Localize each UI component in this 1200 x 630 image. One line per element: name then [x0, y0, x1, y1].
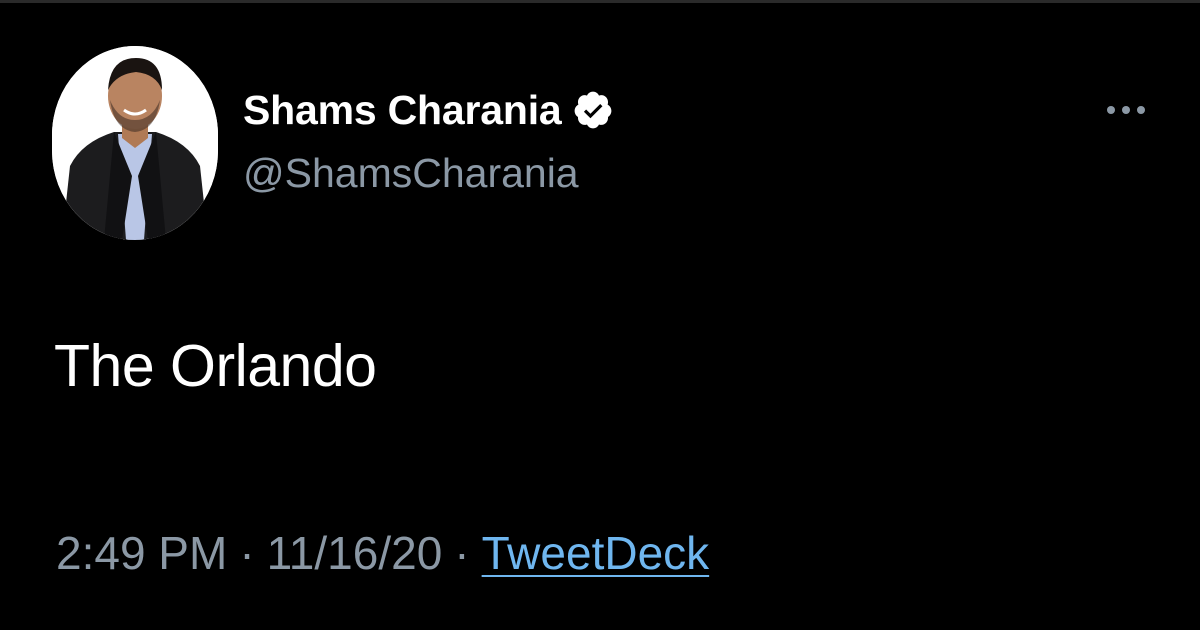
- avatar-photo-icon: [52, 46, 218, 240]
- tweet-date[interactable]: 11/16/20: [267, 526, 443, 580]
- tweet-card: Shams Charania @ShamsCharania The Orland…: [0, 0, 1200, 630]
- more-options-button[interactable]: [1098, 96, 1154, 124]
- tweet-text: The Orlando: [54, 333, 377, 399]
- author-name-row: Shams Charania: [243, 82, 614, 138]
- meta-separator: ·: [454, 527, 470, 579]
- avatar[interactable]: [52, 46, 218, 240]
- meta-separator: ·: [239, 527, 255, 579]
- display-name[interactable]: Shams Charania: [243, 87, 562, 134]
- ellipsis-icon-dot: [1107, 106, 1115, 114]
- tweet-time[interactable]: 2:49 PM: [56, 526, 227, 580]
- author-handle[interactable]: @ShamsCharania: [243, 150, 579, 197]
- ellipsis-icon-dot: [1137, 106, 1145, 114]
- tweet-source-link[interactable]: TweetDeck: [482, 526, 710, 580]
- tweet-metadata: 2:49 PM · 11/16/20 · TweetDeck: [56, 526, 709, 580]
- ellipsis-icon-dot: [1122, 106, 1130, 114]
- verified-badge-icon: [572, 89, 614, 131]
